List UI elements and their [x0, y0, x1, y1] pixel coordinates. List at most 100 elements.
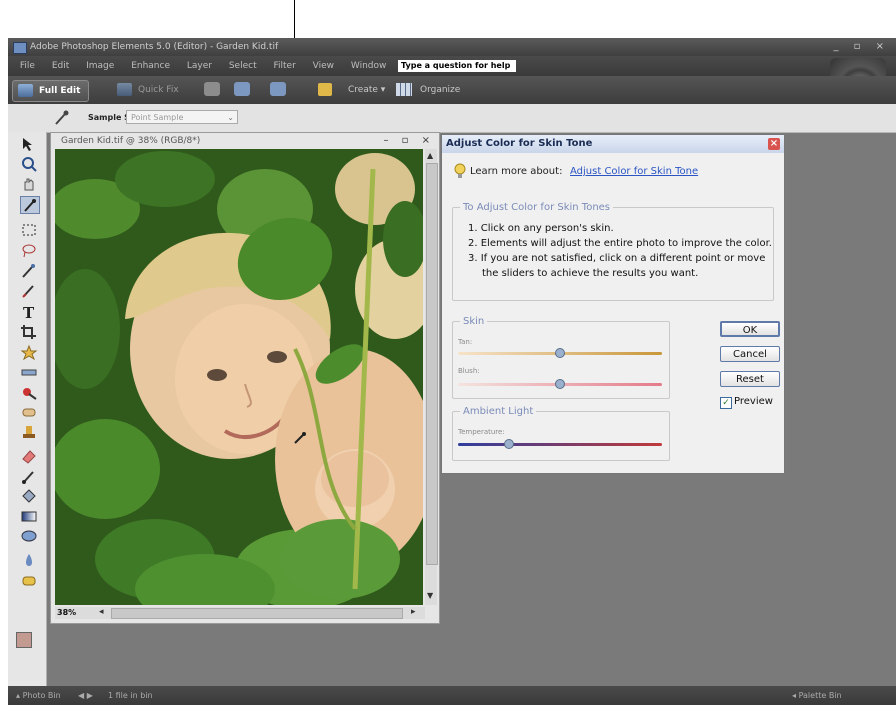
- menu-image[interactable]: Image: [79, 56, 121, 76]
- foreground-color-swatch[interactable]: [16, 632, 32, 648]
- document-title-bar: Garden Kid.tif @ 38% (RGB/8*) – ▫ ×: [51, 133, 439, 149]
- quick-fix-label: Quick Fix: [138, 85, 179, 95]
- tan-slider-thumb[interactable]: [555, 348, 565, 358]
- chevron-down-icon: ⌄: [227, 113, 234, 122]
- scroll-right-arrow-icon[interactable]: ▸: [411, 607, 416, 617]
- horizontal-scrollbar[interactable]: 38% ◂ ▸: [55, 607, 425, 619]
- photoshop-elements-window: Adobe Photoshop Elements 5.0 (Editor) - …: [8, 38, 896, 705]
- close-icon[interactable]: ×: [768, 138, 780, 150]
- menu-view[interactable]: View: [306, 56, 341, 76]
- tan-label: Tan:: [458, 338, 473, 346]
- print-icon[interactable]: [204, 82, 220, 96]
- menu-enhance[interactable]: Enhance: [124, 56, 177, 76]
- paint-bucket-tool-icon[interactable]: [20, 488, 38, 504]
- eyedropper-tool-icon[interactable]: [20, 196, 40, 214]
- dialog-title-bar: Adjust Color for Skin Tone ×: [442, 135, 784, 153]
- horizontal-scroll-thumb[interactable]: [111, 608, 403, 619]
- ok-button[interactable]: OK: [720, 321, 780, 337]
- document-window-controls[interactable]: – ▫ ×: [383, 133, 435, 149]
- bin-nav-icons[interactable]: ◀ ▶: [78, 686, 93, 705]
- window-controls[interactable]: _ ▫ ×: [833, 38, 890, 56]
- title-bar: Adobe Photoshop Elements 5.0 (Editor) - …: [8, 38, 896, 56]
- menu-edit[interactable]: Edit: [45, 56, 76, 76]
- type-tool-icon[interactable]: T: [20, 304, 38, 320]
- cookie-cutter-tool-icon[interactable]: [20, 344, 38, 360]
- magic-wand-tool-icon[interactable]: [20, 262, 38, 278]
- cancel-button[interactable]: Cancel: [720, 346, 780, 362]
- scroll-up-arrow-icon[interactable]: ▲: [427, 151, 433, 160]
- palette-bin-toggle[interactable]: ◂ Palette Bin: [792, 686, 842, 705]
- create-icon: [318, 83, 332, 96]
- document-window: Garden Kid.tif @ 38% (RGB/8*) – ▫ × ▲ ▼ …: [50, 132, 440, 624]
- zoom-tool-icon[interactable]: [20, 156, 38, 172]
- organize-button[interactable]: Organize: [396, 80, 461, 100]
- move-tool-icon[interactable]: [20, 136, 38, 152]
- temperature-slider-track[interactable]: [458, 443, 662, 446]
- instruction-step-3-continued: the sliders to achieve the results you w…: [482, 268, 699, 279]
- status-bar: ▴ Photo Bin ◀ ▶ 1 file in bin ◂ Palette …: [8, 686, 896, 705]
- menu-filter[interactable]: Filter: [266, 56, 302, 76]
- clone-stamp-tool-icon[interactable]: [20, 424, 38, 440]
- instructions-heading: To Adjust Color for Skin Tones: [460, 202, 614, 213]
- lasso-tool-icon[interactable]: [20, 242, 38, 258]
- selection-brush-tool-icon[interactable]: [20, 282, 38, 298]
- crop-tool-icon[interactable]: [20, 324, 38, 340]
- checkmark-icon: ✓: [722, 398, 730, 408]
- sample-size-select[interactable]: Point Sample ⌄: [126, 110, 238, 124]
- blur-tool-icon[interactable]: [20, 552, 38, 568]
- instruction-step-3: 3. If you are not satisfied, click on a …: [468, 253, 766, 264]
- zoom-level[interactable]: 38%: [57, 608, 76, 617]
- hand-tool-icon[interactable]: [20, 176, 38, 192]
- brush-tool-icon[interactable]: [20, 468, 38, 484]
- document-title: Garden Kid.tif @ 38% (RGB/8*): [61, 136, 201, 146]
- quick-fix-tab[interactable]: Quick Fix: [112, 80, 187, 100]
- blush-label: Blush:: [458, 367, 480, 375]
- full-edit-icon: [18, 84, 33, 97]
- full-edit-label: Full Edit: [39, 86, 81, 96]
- menu-window[interactable]: Window: [344, 56, 394, 76]
- sponge-tool-icon[interactable]: [20, 572, 38, 588]
- ambient-light-group: [452, 411, 670, 461]
- help-search-input[interactable]: Type a question for help: [398, 60, 516, 72]
- photo-bin-toggle[interactable]: ▴ Photo Bin: [16, 686, 61, 705]
- lightbulb-icon: [454, 163, 466, 179]
- red-eye-tool-icon[interactable]: [20, 384, 38, 400]
- eyedropper-icon: [52, 109, 70, 127]
- temperature-slider-thumb[interactable]: [504, 439, 514, 449]
- window-title: Adobe Photoshop Elements 5.0 (Editor) - …: [30, 42, 279, 52]
- gradient-tool-icon[interactable]: [20, 508, 38, 524]
- reset-button[interactable]: Reset: [720, 371, 780, 387]
- learn-more-link[interactable]: Adjust Color for Skin Tone: [570, 166, 698, 177]
- temperature-label: Temperature:: [458, 428, 505, 436]
- spot-healing-tool-icon[interactable]: [20, 404, 38, 420]
- toolbox: T: [8, 132, 47, 686]
- scroll-down-arrow-icon[interactable]: ▼: [427, 591, 433, 600]
- scroll-left-arrow-icon[interactable]: ◂: [99, 607, 104, 617]
- skin-heading: Skin: [460, 316, 488, 327]
- menu-file[interactable]: File: [13, 56, 42, 76]
- share-icon[interactable]: [234, 82, 250, 96]
- menu-select[interactable]: Select: [222, 56, 264, 76]
- photo-bin-label: Photo Bin: [22, 691, 61, 700]
- full-edit-tab[interactable]: Full Edit: [12, 80, 90, 102]
- instruction-step-1: 1. Click on any person's skin.: [468, 223, 614, 234]
- quick-fix-icon: [117, 83, 132, 96]
- dialog-title: Adjust Color for Skin Tone: [446, 138, 593, 149]
- marquee-tool-icon[interactable]: [20, 222, 38, 238]
- organize-icon: [396, 83, 412, 96]
- create-label: Create ▾: [348, 85, 386, 95]
- learn-more-label: Learn more about:: [470, 166, 563, 177]
- straighten-tool-icon[interactable]: [20, 364, 38, 380]
- menu-layer[interactable]: Layer: [180, 56, 219, 76]
- sample-size-value: Point Sample: [131, 113, 184, 122]
- blush-slider-thumb[interactable]: [555, 379, 565, 389]
- eraser-tool-icon[interactable]: [20, 448, 38, 464]
- preview-checkbox[interactable]: ✓: [720, 397, 732, 409]
- photo-canvas[interactable]: [55, 149, 423, 605]
- vertical-scroll-thumb[interactable]: [426, 163, 438, 565]
- vertical-scrollbar[interactable]: ▲ ▼: [425, 149, 438, 605]
- create-button[interactable]: Create ▾: [318, 80, 386, 100]
- order-prints-icon[interactable]: [270, 82, 286, 96]
- organize-label: Organize: [420, 85, 461, 95]
- shape-tool-icon[interactable]: [20, 528, 38, 544]
